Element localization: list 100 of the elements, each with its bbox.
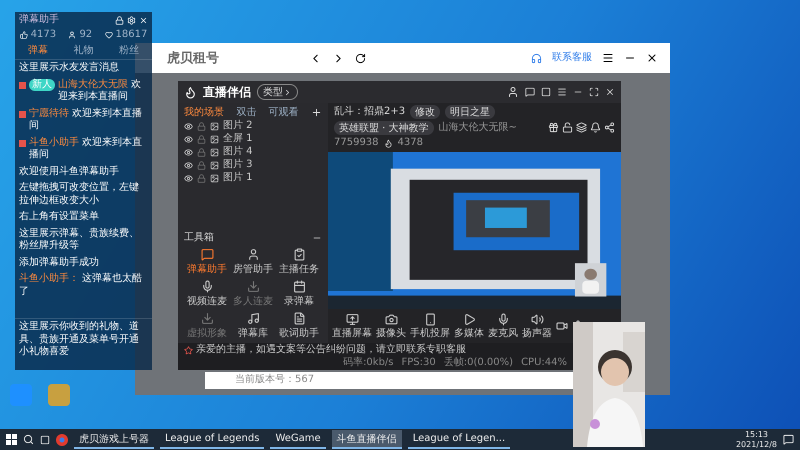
stat-icon — [104, 30, 112, 39]
avatar-icon — [507, 86, 519, 98]
tool-button[interactable]: 弹幕库 — [230, 311, 276, 341]
source-item[interactable]: 图片 1 — [184, 172, 322, 184]
download-icon — [246, 280, 260, 293]
headset-icon — [531, 52, 542, 64]
heat-count: 4378 — [398, 137, 423, 150]
calendar-icon — [292, 280, 306, 293]
flame-logo-icon — [184, 86, 197, 98]
level-icon — [19, 140, 26, 146]
chat-message: 斗鱼小助手 欢迎来到本直播间 — [29, 136, 144, 162]
tool-button[interactable]: 房管助手 — [230, 247, 276, 277]
chat-message: 宁愿待待 欢迎来到本直播间 — [29, 108, 144, 132]
tool-button[interactable]: 主播任务 — [276, 247, 322, 277]
source-item[interactable]: 图片 2 — [184, 120, 322, 132]
panel-tab[interactable]: 弹幕 — [28, 43, 48, 57]
taskbar-item[interactable]: League of Legen... — [408, 430, 510, 449]
system-message: 这里展示弹幕、贵族续费、粉丝牌升级等 — [19, 228, 140, 252]
chat-icon — [525, 87, 535, 97]
caret-icon — [283, 88, 292, 96]
document-icon — [292, 312, 306, 325]
tool-button[interactable]: 弹幕助手 — [184, 247, 230, 277]
scene-tab[interactable]: 可观看 — [268, 105, 299, 119]
system-message: 右上角有设置菜单 — [19, 211, 100, 224]
unlock-icon — [562, 122, 573, 133]
panel-title: 弹幕助手 — [19, 14, 59, 26]
video-icon — [556, 320, 568, 332]
panel-tab[interactable]: 礼物 — [73, 43, 94, 57]
clipboard-icon — [292, 248, 306, 261]
user-icon — [246, 248, 260, 261]
microphone-icon — [496, 312, 510, 326]
system-message: 添加弹幕助手成功 — [19, 256, 100, 269]
lock-icon — [197, 174, 206, 182]
notice-icon — [184, 346, 193, 355]
stat-icon — [68, 30, 76, 39]
stat-count: 4173 — [30, 28, 56, 41]
image-icon — [210, 122, 219, 130]
scene-tab[interactable]: 双击 — [236, 105, 256, 119]
close-icon — [646, 52, 658, 64]
tool-button[interactable]: 视频连麦 — [184, 279, 230, 309]
menu-icon — [602, 52, 614, 64]
clock-date: 2021/12/8 — [736, 440, 777, 450]
lock-icon — [115, 16, 124, 25]
start-icon[interactable] — [6, 434, 17, 445]
performance-stat: 丢帧:0(0.00%) — [444, 356, 514, 369]
system-message: 这里展示水友发言消息 — [19, 62, 120, 74]
chat-message: 斗鱼小助手： 这弹幕也太酷了 — [19, 273, 144, 298]
taskbar-item[interactable]: 斗鱼直播伴侣 — [332, 430, 402, 449]
source-item[interactable]: 图片 3 — [184, 159, 322, 171]
clock-time: 15:13 — [744, 430, 768, 440]
version-label: 当前版本号：567 — [235, 374, 314, 387]
lock-icon — [197, 160, 206, 170]
edit-button[interactable]: 修改 — [410, 105, 440, 119]
source-control-button[interactable]: 摄像头 — [376, 312, 406, 340]
stat-count: 92 — [79, 28, 92, 41]
toolbox-title: 工具箱 — [184, 232, 214, 244]
taskbar-item[interactable]: League of Legends — [160, 430, 264, 449]
layers-icon — [576, 122, 587, 133]
panel-tab[interactable]: 粉丝 — [119, 43, 140, 57]
camera-icon — [384, 312, 398, 326]
app-logo: 直播伴侣 — [203, 84, 251, 100]
system-message: 欢迎使用斗鱼弹幕助手 — [19, 166, 120, 178]
system-message: 左键拖拽可改变位置，左键拉伸边框改变大小 — [19, 182, 140, 207]
maximize-icon — [589, 87, 599, 97]
source-item[interactable]: 全屏 1 — [184, 133, 322, 145]
microphone-icon — [200, 280, 214, 293]
source-control-button[interactable]: 手机投屏 — [410, 312, 450, 340]
source-label: 图片 2 — [223, 120, 253, 132]
music-icon — [246, 312, 260, 325]
browser-icon[interactable] — [56, 434, 68, 446]
monitor-icon — [346, 312, 358, 326]
tool-button[interactable]: 歌词助手 — [276, 311, 322, 341]
task-view-icon — [40, 434, 50, 444]
download-icon — [200, 312, 214, 325]
close-icon — [139, 16, 148, 25]
source-label: 图片 3 — [223, 158, 253, 172]
scene-tab[interactable]: 我的场景 — [184, 105, 224, 119]
category-tag[interactable]: 英雄联盟 · 大神教学 — [334, 121, 434, 135]
source-control-button[interactable]: 多媒体 — [454, 312, 484, 340]
type-button[interactable]: 类型 — [257, 84, 298, 100]
lock-icon — [197, 134, 206, 144]
taskbar-item[interactable]: WeGame — [270, 430, 326, 449]
refresh-icon — [355, 52, 366, 64]
source-control-button[interactable]: 扬声器 — [522, 312, 552, 340]
source-item[interactable]: 图片 4 — [184, 146, 322, 158]
source-control-button[interactable]: 直播屏幕 — [332, 312, 372, 340]
taskbar-item[interactable]: 虎贝游戏上号器 — [74, 430, 154, 449]
source-control-button[interactable]: 麦克风 — [488, 312, 518, 340]
lock-icon — [197, 148, 206, 156]
source-label: 全屏 1 — [223, 132, 253, 146]
flame-icon — [384, 138, 393, 148]
service-link[interactable]: 联系客服 — [552, 52, 592, 64]
performance-stat: 码率:0kb/s — [343, 356, 394, 369]
level-icon — [19, 110, 26, 118]
chat-message: 山海大伦大无限 欢迎来到本直播间 — [58, 78, 142, 104]
stat-count: 18617 — [116, 28, 148, 41]
lock-icon — [197, 122, 206, 130]
tool-button[interactable]: 录弹幕 — [276, 279, 322, 309]
notification-icon — [783, 434, 794, 445]
menu-icon — [557, 87, 567, 97]
